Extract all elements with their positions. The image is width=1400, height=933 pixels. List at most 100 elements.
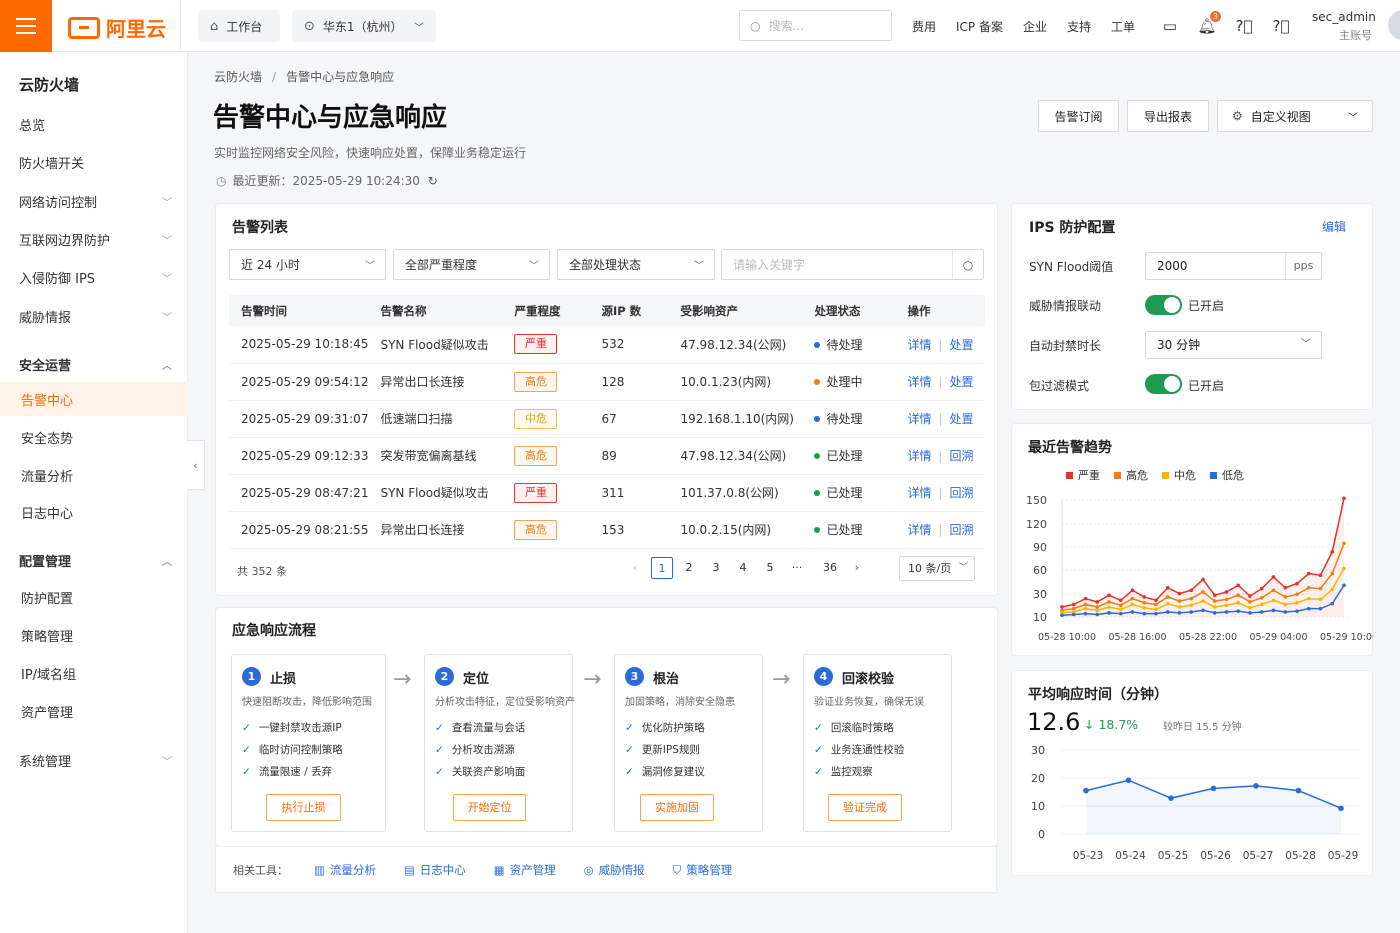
- sidebar-item[interactable]: 安全态势: [0, 420, 188, 454]
- table-row[interactable]: 2025-05-29 08:21:55 异常出口长连接 高危 153 10.0.2.15…: [229, 511, 985, 549]
- sidebar-item[interactable]: 日志中心: [0, 495, 188, 529]
- severity-select[interactable]: 全部严重程度 ﹀: [393, 249, 550, 280]
- step-action-button[interactable]: 验证完成: [828, 794, 902, 821]
- handle-link[interactable]: 回溯: [950, 523, 974, 537]
- sidebar-item[interactable]: 安全运营 ︿: [0, 347, 188, 381]
- nav-link-enterprise[interactable]: 企业: [1023, 18, 1047, 35]
- data-point: [1165, 601, 1170, 606]
- page-button[interactable]: 3: [705, 557, 727, 579]
- aliyun-logo[interactable]: 阿里云: [68, 13, 166, 42]
- step-checklist-item: ✓ 分析攻击溯源: [435, 742, 515, 757]
- collapse-sidebar-button[interactable]: ‹: [187, 440, 205, 490]
- sidebar-item[interactable]: 威胁情报 ﹀: [0, 299, 188, 333]
- auto-ban-select[interactable]: 30 分钟 ﹀: [1145, 331, 1322, 359]
- breadcrumb-root[interactable]: 云防火墙: [214, 70, 262, 84]
- chevron-down-icon: ﹀: [1301, 339, 1311, 350]
- page-button[interactable]: 1: [651, 557, 673, 579]
- nav-link-support[interactable]: 支持: [1067, 18, 1091, 35]
- keyword-input[interactable]: 请输入关键字 ○: [721, 249, 984, 280]
- series-area: [1062, 498, 1344, 617]
- search-input[interactable]: ○ 搜索...: [739, 10, 892, 41]
- custom-view-dropdown[interactable]: ⚙ 自定义视图 ﹀: [1217, 100, 1373, 132]
- page-button[interactable]: ···: [786, 557, 808, 579]
- details-link[interactable]: 详情: [907, 523, 931, 537]
- details-link[interactable]: 详情: [907, 449, 931, 463]
- terminal-icon[interactable]: ▭: [1160, 16, 1180, 36]
- step-action-button[interactable]: 执行止损: [266, 794, 341, 821]
- edit-link[interactable]: 编辑: [1322, 218, 1346, 235]
- data-point: [1306, 606, 1311, 611]
- nav-link-ticket[interactable]: 工单: [1111, 18, 1135, 35]
- tool-log-center[interactable]: ▤ 日志中心: [404, 862, 466, 878]
- table-row[interactable]: 2025-05-29 09:31:07 低速端口扫描 中危 67 192.168.1.1…: [229, 400, 985, 438]
- avatar[interactable]: [1388, 10, 1400, 40]
- details-link[interactable]: 详情: [907, 486, 931, 500]
- syn-threshold-input[interactable]: 2000 pps: [1145, 252, 1322, 280]
- severity-badge: 严重: [514, 334, 558, 355]
- col-severity: 严重程度: [502, 295, 590, 326]
- sidebar-item[interactable]: 网络访问控制 ﹀: [0, 184, 188, 218]
- table-row[interactable]: 2025-05-29 09:54:12 异常出口长连接 高危 128 10.0.1.23…: [229, 363, 985, 401]
- sidebar-item[interactable]: 系统管理 ﹀: [0, 743, 188, 777]
- menu-icon[interactable]: [0, 0, 52, 52]
- sidebar-item[interactable]: 策略管理: [0, 618, 188, 652]
- arrow-right-icon: →: [772, 667, 791, 692]
- region-selector[interactable]: ⊙ 华东1（杭州） ﹀: [292, 10, 436, 42]
- handle-link[interactable]: 处置: [950, 375, 974, 389]
- threat-intel-toggle[interactable]: [1145, 295, 1182, 315]
- sidebar-item[interactable]: 防火墙开关: [0, 145, 188, 179]
- user-menu[interactable]: sec_admin 主账号: [1312, 10, 1376, 43]
- sidebar-item[interactable]: 入侵防御 IPS ﹀: [0, 260, 188, 294]
- nav-link-billing[interactable]: 费用: [912, 18, 936, 35]
- search-icon[interactable]: ○: [952, 250, 983, 279]
- details-link[interactable]: 详情: [907, 412, 931, 426]
- handle-link[interactable]: 回溯: [950, 449, 974, 463]
- cell-time: 2025-05-29 09:12:33: [229, 437, 369, 475]
- step-action-button[interactable]: 开始定位: [453, 794, 526, 821]
- time-range-select[interactable]: 近 24 小时 ﹀: [229, 249, 386, 280]
- tool-threat-intel[interactable]: ◎ 威胁情报: [584, 862, 645, 878]
- nav-link-icp[interactable]: ICP 备案: [956, 18, 1003, 35]
- region-label: 华东1（杭州）: [322, 19, 403, 34]
- sidebar-item[interactable]: 告警中心: [0, 382, 188, 416]
- page-button[interactable]: 36: [819, 557, 841, 579]
- table-row[interactable]: 2025-05-29 08:47:21 SYN Flood疑似攻击 严重 311 101…: [229, 474, 985, 512]
- next-page-icon[interactable]: ›: [846, 557, 868, 579]
- check-icon: ✓: [625, 766, 634, 778]
- table-row[interactable]: 2025-05-29 10:18:45 SYN Flood疑似攻击 严重 532 47.…: [229, 326, 985, 364]
- alert-subscribe-button[interactable]: 告警订阅: [1038, 100, 1119, 132]
- page-button[interactable]: 5: [759, 557, 781, 579]
- sidebar-item[interactable]: 防护配置: [0, 580, 188, 614]
- packet-filter-toggle[interactable]: [1145, 374, 1182, 394]
- data-point: [1259, 586, 1264, 591]
- question-icon[interactable]: ?⃝: [1271, 16, 1291, 36]
- status-select[interactable]: 全部处理状态 ﹀: [557, 249, 715, 280]
- sidebar-item[interactable]: 配置管理 ︿: [0, 543, 188, 577]
- sidebar-item[interactable]: IP/域名组: [0, 656, 188, 690]
- sidebar-item[interactable]: 流量分析: [0, 458, 188, 492]
- details-link[interactable]: 详情: [907, 338, 931, 352]
- tool-asset-management[interactable]: ▦ 资产管理: [494, 862, 556, 878]
- workbench-button[interactable]: ⌂ 工作台: [198, 10, 280, 42]
- bell-icon[interactable]: 🔔︎ 3: [1197, 11, 1221, 36]
- tool-policy-management[interactable]: ⛉ 策略管理: [673, 862, 733, 878]
- page-size-select[interactable]: 10 条/页 ﹀: [899, 556, 975, 581]
- sidebar-item[interactable]: 总览: [0, 107, 188, 141]
- handle-link[interactable]: 回溯: [950, 486, 974, 500]
- page-button[interactable]: 2: [678, 557, 700, 579]
- table-row[interactable]: 2025-05-29 09:12:33 突发带宽偏离基线 高危 89 47.98.12.…: [229, 437, 985, 475]
- sidebar-item[interactable]: 资产管理: [0, 694, 188, 728]
- help-icon[interactable]: ?⃝: [1234, 16, 1254, 36]
- refresh-icon[interactable]: ↻: [428, 174, 438, 188]
- data-point: [1253, 783, 1259, 789]
- export-report-button[interactable]: 导出报表: [1127, 100, 1209, 132]
- y-tick-label: 30: [1033, 588, 1047, 601]
- handle-link[interactable]: 处置: [950, 338, 974, 352]
- page-button[interactable]: 4: [732, 557, 754, 579]
- step-action-button[interactable]: 实施加固: [640, 794, 714, 821]
- tool-traffic-analysis[interactable]: ▥ 流量分析: [314, 862, 376, 878]
- handle-link[interactable]: 处置: [950, 412, 974, 426]
- sidebar-item[interactable]: 互联网边界防护 ﹀: [0, 222, 188, 256]
- prev-page-icon[interactable]: ‹: [624, 557, 646, 579]
- details-link[interactable]: 详情: [907, 375, 931, 389]
